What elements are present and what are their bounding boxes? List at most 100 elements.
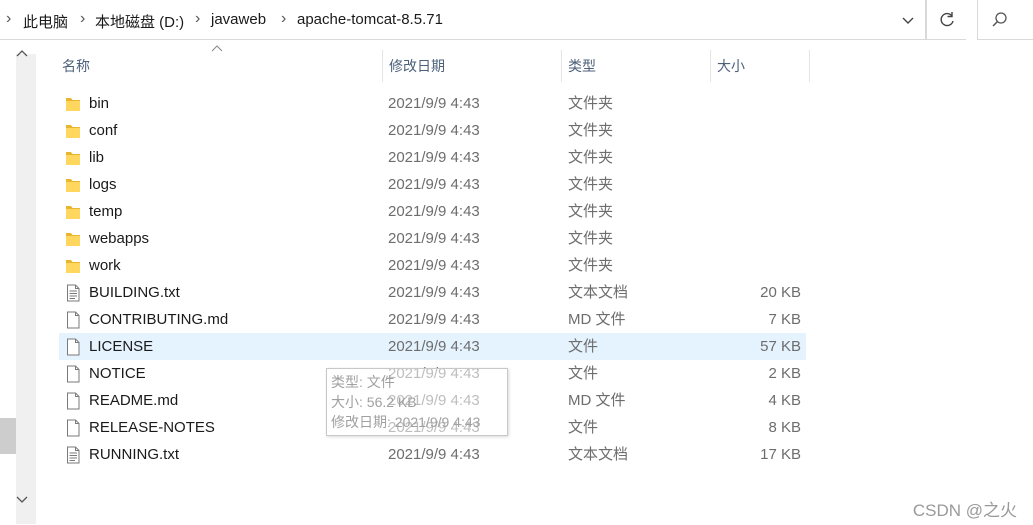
file-size: 17 KB xyxy=(760,446,801,463)
column-divider[interactable] xyxy=(809,50,810,82)
tooltip-date: 修改日期: 2021/9/9 4:43 xyxy=(331,414,481,430)
chevron-down-icon[interactable] xyxy=(896,9,920,33)
file-type: 文件 xyxy=(568,419,599,436)
file-type: 文件夹 xyxy=(568,176,614,193)
file-size: 2 KB xyxy=(768,365,801,382)
file-name: bin xyxy=(89,95,110,112)
folder-row[interactable]: work 2021/9/9 4:43 文件夹 xyxy=(59,252,806,279)
file-name: lib xyxy=(89,149,105,166)
file-name: conf xyxy=(89,122,118,139)
scroll-up-icon[interactable] xyxy=(16,46,28,61)
file-type: MD 文件 xyxy=(568,311,626,328)
file-modified-date: 2021/9/9 4:43 xyxy=(388,446,480,463)
address-bar: › 此电脑 › 本地磁盘 (D:) › javaweb › apache-tom… xyxy=(0,0,1033,40)
folder-row[interactable]: conf 2021/9/9 4:43 文件夹 xyxy=(59,117,806,144)
breadcrumb-item-tomcat[interactable]: apache-tomcat-8.5.71 xyxy=(297,11,443,28)
file-type: 文件夹 xyxy=(568,230,614,247)
file-modified-date: 2021/9/9 4:43 xyxy=(388,149,480,166)
breadcrumb-item-javaweb[interactable]: javaweb xyxy=(211,11,266,28)
breadcrumb-item-drive-d[interactable]: 本地磁盘 (D:) xyxy=(95,11,184,32)
text-file-icon xyxy=(65,284,81,302)
file-type: 文件夹 xyxy=(568,122,614,139)
file-explorer-window: › 此电脑 › 本地磁盘 (D:) › javaweb › apache-tom… xyxy=(0,0,1033,525)
file-name: RUNNING.txt xyxy=(89,446,179,463)
file-size: 57 KB xyxy=(760,338,801,355)
chevron-right-icon[interactable]: › xyxy=(6,10,11,28)
file-size: 20 KB xyxy=(760,284,801,301)
breadcrumb-item-this-pc[interactable]: 此电脑 xyxy=(23,11,68,32)
file-size xyxy=(719,144,801,171)
file-modified-date: 2021/9/9 4:43 xyxy=(388,338,480,355)
column-header-size[interactable]: 大小 xyxy=(711,50,809,82)
file-size: 8 KB xyxy=(768,419,801,436)
file-modified-date: 2021/9/9 4:43 xyxy=(388,176,480,193)
refresh-icon xyxy=(940,12,954,27)
search-icon xyxy=(992,12,1007,27)
file-modified-date: 2021/9/9 4:43 xyxy=(388,257,480,274)
file-modified-date: 2021/9/9 4:43 xyxy=(388,284,480,301)
scroll-down-icon[interactable] xyxy=(16,493,28,508)
column-header-type[interactable]: 类型 xyxy=(562,50,710,82)
column-header-name[interactable]: 名称 xyxy=(56,50,382,82)
folder-icon xyxy=(65,230,81,248)
file-row[interactable]: BUILDING.txt 2021/9/9 4:43 文本文档 20 KB xyxy=(59,279,806,306)
folder-icon xyxy=(65,257,81,275)
search-input[interactable] xyxy=(977,0,1033,40)
scrollbar-thumb[interactable] xyxy=(0,418,16,454)
watermark: CSDN @之火 xyxy=(912,501,1017,520)
file-size: 7 KB xyxy=(768,311,801,328)
vertical-scrollbar[interactable] xyxy=(0,40,36,525)
file-row[interactable]: RUNNING.txt 2021/9/9 4:43 文本文档 17 KB xyxy=(59,441,806,468)
file-type: 文本文档 xyxy=(568,284,629,301)
file-name: RELEASE-NOTES xyxy=(89,419,215,436)
file-modified-date: 2021/9/9 4:43 xyxy=(388,122,480,139)
folder-row[interactable]: logs 2021/9/9 4:43 文件夹 xyxy=(59,171,806,198)
text-file-icon xyxy=(65,446,81,464)
file-name: temp xyxy=(89,203,123,220)
file-modified-date: 2021/9/9 4:43 xyxy=(388,230,480,247)
folder-icon xyxy=(65,203,81,221)
folder-row[interactable]: bin 2021/9/9 4:43 文件夹 xyxy=(59,90,806,117)
chevron-right-icon[interactable]: › xyxy=(281,10,286,28)
scrollbar-track[interactable] xyxy=(16,54,36,524)
file-type: 文件 xyxy=(568,365,599,382)
file-name: logs xyxy=(89,176,117,193)
file-icon xyxy=(65,392,81,410)
file-row[interactable]: LICENSE 2021/9/9 4:43 文件 57 KB xyxy=(59,333,806,360)
file-size xyxy=(719,252,801,279)
file-name: BUILDING.txt xyxy=(89,284,180,301)
file-size xyxy=(719,117,801,144)
file-modified-date: 2021/9/9 4:43 xyxy=(388,311,480,328)
folder-icon xyxy=(65,95,81,113)
file-name: README.md xyxy=(89,392,179,409)
chevron-right-icon[interactable]: › xyxy=(80,10,85,28)
breadcrumb[interactable]: › 此电脑 › 本地磁盘 (D:) › javaweb › apache-tom… xyxy=(0,0,926,40)
file-type: 文件夹 xyxy=(568,95,614,112)
file-size xyxy=(719,171,801,198)
file-type: 文件夹 xyxy=(568,203,614,220)
file-type: 文件夹 xyxy=(568,149,614,166)
folder-row[interactable]: webapps 2021/9/9 4:43 文件夹 xyxy=(59,225,806,252)
file-type: 文件 xyxy=(568,338,599,355)
file-icon xyxy=(65,311,81,329)
file-name: CONTRIBUTING.md xyxy=(89,311,229,328)
file-row[interactable]: CONTRIBUTING.md 2021/9/9 4:43 MD 文件 7 KB xyxy=(59,306,806,333)
folder-row[interactable]: temp 2021/9/9 4:43 文件夹 xyxy=(59,198,806,225)
column-header-date[interactable]: 修改日期 xyxy=(383,50,561,82)
file-name: webapps xyxy=(89,230,150,247)
file-modified-date: 2021/9/9 4:43 xyxy=(388,95,480,112)
file-icon xyxy=(65,365,81,383)
folder-icon xyxy=(65,122,81,140)
folder-icon xyxy=(65,176,81,194)
file-icon xyxy=(65,419,81,437)
folder-icon xyxy=(65,149,81,167)
file-type: 文本文档 xyxy=(568,446,629,463)
file-name: LICENSE xyxy=(89,338,154,355)
file-size xyxy=(719,198,801,225)
file-icon xyxy=(65,338,81,356)
file-size xyxy=(719,225,801,252)
folder-row[interactable]: lib 2021/9/9 4:43 文件夹 xyxy=(59,144,806,171)
chevron-right-icon[interactable]: › xyxy=(195,10,200,28)
file-name: NOTICE xyxy=(89,365,146,382)
refresh-button[interactable] xyxy=(926,0,966,40)
